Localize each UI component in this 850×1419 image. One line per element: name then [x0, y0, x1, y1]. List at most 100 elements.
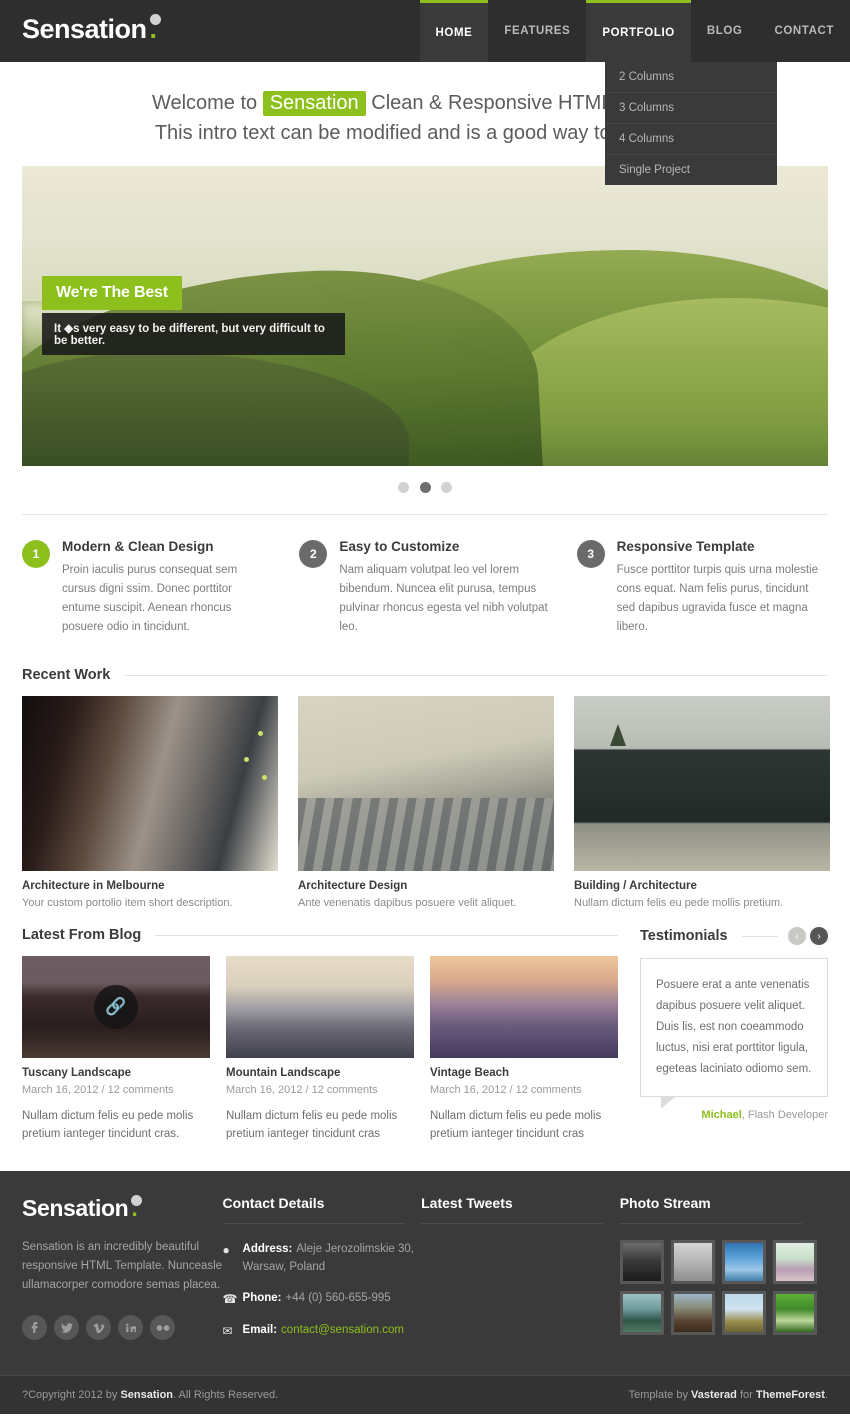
chevron-left-icon[interactable]: ‹	[788, 927, 806, 945]
address-label: Address:	[242, 1243, 293, 1255]
nav-item-home[interactable]: HOME	[419, 0, 489, 62]
template-author[interactable]: Vasterad	[691, 1389, 737, 1401]
testimonials-nav: ‹ ›	[788, 927, 828, 945]
template-marketplace[interactable]: ThemeForest	[756, 1389, 825, 1401]
twitter-icon[interactable]	[54, 1315, 79, 1340]
photo-thumbnail[interactable]	[721, 1240, 766, 1284]
template-suffix: .	[824, 1389, 828, 1401]
footer-about-text: Sensation is an incredibly beautiful res…	[22, 1241, 223, 1291]
dropdown-item-2-columns[interactable]: 2 Columns	[605, 62, 777, 93]
linkedin-icon[interactable]	[118, 1315, 143, 1340]
portfolio-thumbnail-3[interactable]	[574, 696, 830, 871]
slider-dot-1[interactable]	[398, 482, 410, 493]
chevron-right-icon[interactable]: ›	[810, 927, 828, 945]
site-header: Sensation. HOME FEATURES PORTFOLIO BLOG …	[0, 0, 850, 62]
template-prefix: Template by	[628, 1389, 692, 1401]
blog-post[interactable]: 🔗 Tuscany Landscape March 16, 2012 / 12 …	[22, 956, 210, 1143]
nav-item-blog[interactable]: BLOG	[691, 0, 759, 62]
feature-desc-3: Fusce porttitor turpis quis urna molesti…	[616, 564, 818, 633]
blog-meta-2: March 16, 2012 / 12 comments	[226, 1084, 378, 1096]
portfolio-item[interactable]: Architecture in Melbourne Your custom po…	[22, 696, 278, 909]
dropdown-item-single-project[interactable]: Single Project	[605, 155, 777, 185]
blog-meta-3: March 16, 2012 / 12 comments	[430, 1084, 582, 1096]
blog-thumbnail-2[interactable]	[226, 956, 414, 1058]
flickr-icon[interactable]	[150, 1315, 175, 1340]
template-mid: for	[736, 1389, 756, 1401]
photo-stream-heading: Photo Stream	[619, 1195, 711, 1211]
blog-rule	[155, 934, 618, 936]
blog-title: Latest From Blog	[22, 927, 142, 943]
footer-photostream-column: Photo Stream	[619, 1195, 828, 1353]
portfolio-desc-2: Ante venenatis dapibus posuere velit ali…	[298, 897, 517, 909]
footer-logo-text: Sensation	[22, 1195, 129, 1221]
social-links	[22, 1315, 223, 1340]
nav-item-features[interactable]: FEATURES	[488, 0, 586, 62]
phone-icon: ☎	[222, 1292, 238, 1306]
blog-post[interactable]: Mountain Landscape March 16, 2012 / 12 c…	[226, 956, 414, 1143]
email-value[interactable]: contact@sensation.com	[281, 1324, 404, 1336]
contact-details-heading: Contact Details	[222, 1195, 325, 1211]
portfolio-item[interactable]: Architecture Design Ante venenatis dapib…	[298, 696, 554, 909]
photo-thumbnail[interactable]	[670, 1240, 715, 1284]
dropdown-item-4-columns[interactable]: 4 Columns	[605, 124, 777, 155]
portfolio-thumbnail-2[interactable]	[298, 696, 554, 871]
hero-slider[interactable]: We're The Best It ◆s very easy to be dif…	[22, 166, 828, 466]
facebook-icon[interactable]	[22, 1315, 47, 1340]
photo-thumbnail[interactable]	[772, 1240, 817, 1284]
portfolio-item[interactable]: Building / Architecture Nullam dictum fe…	[574, 696, 830, 909]
copyright-suffix: . All Rights Reserved.	[173, 1389, 279, 1401]
contact-divider	[222, 1223, 405, 1224]
footer-logo[interactable]: Sensation.	[22, 1195, 223, 1222]
slider-dot-2[interactable]	[419, 482, 431, 493]
blog-thumbnail-1[interactable]: 🔗	[22, 956, 210, 1058]
intro-before: Welcome to	[151, 92, 263, 114]
portfolio-dropdown-menu: 2 Columns 3 Columns 4 Columns Single Pro…	[605, 62, 777, 185]
feature-number-1: 1	[22, 540, 50, 568]
dropdown-item-3-columns[interactable]: 3 Columns	[605, 93, 777, 124]
slider-caption-subtitle: It ◆s very easy to be different, but ver…	[42, 313, 345, 355]
nav-label-portfolio: PORTFOLIO	[602, 26, 675, 39]
nav-label-home: HOME	[435, 26, 473, 39]
vimeo-icon[interactable]	[86, 1315, 111, 1340]
blog-post[interactable]: Vintage Beach March 16, 2012 / 12 commen…	[430, 956, 618, 1143]
site-logo[interactable]: Sensation.	[22, 14, 164, 45]
feature-desc-1: Proin iaculis purus consequat sem cursus…	[62, 564, 238, 633]
intro-highlight: Sensation	[262, 91, 366, 116]
photo-thumbnail[interactable]	[721, 1291, 766, 1335]
blog-header: Latest From Blog	[22, 927, 618, 943]
nav-label-blog: BLOG	[706, 25, 743, 37]
nav-item-portfolio[interactable]: PORTFOLIO	[586, 0, 691, 62]
photo-thumbnail[interactable]	[670, 1291, 715, 1335]
copyright-right: Template by Vasterad for ThemeForest.	[629, 1389, 828, 1401]
photo-thumbnail[interactable]	[619, 1240, 664, 1284]
phone-value: +44 (0) 560-655-995	[285, 1292, 391, 1304]
slider-caption-title: We're The Best	[42, 276, 182, 310]
photo-thumbnail[interactable]	[772, 1291, 817, 1335]
photo-thumbnail[interactable]	[619, 1291, 664, 1335]
testimonial-author-name: Michael	[701, 1109, 742, 1121]
portfolio-title-3: Building / Architecture	[574, 880, 697, 892]
main-navigation: HOME FEATURES PORTFOLIO BLOG CONTACT	[419, 0, 850, 62]
blog-excerpt-3: Nullam dictum felis eu pede molis pretiu…	[430, 1110, 602, 1140]
feature-number-2: 2	[299, 540, 328, 568]
blog-thumbnail-3[interactable]	[430, 956, 618, 1058]
testimonial-author: Michael, Flash Developer	[640, 1109, 828, 1121]
feature-title-1: Modern & Clean Design	[62, 539, 214, 554]
copyright-prefix: ?Copyright 2012 by	[22, 1389, 121, 1401]
link-icon[interactable]: 🔗	[94, 985, 138, 1029]
slider-dot-3[interactable]	[440, 482, 452, 493]
feature-item-2: 2 Easy to Customize Nam aliquam volutpat…	[299, 539, 550, 637]
blog-meta-1: March 16, 2012 / 12 comments	[22, 1084, 174, 1096]
logo-text: Sensation	[22, 14, 147, 44]
contact-phone-row: ☎ Phone: +44 (0) 560-655-995	[223, 1289, 422, 1308]
testimonials-header: Testimonials ‹ ›	[640, 927, 828, 945]
copyright-brand: Sensation	[120, 1389, 174, 1401]
nav-item-contact[interactable]: CONTACT	[758, 0, 850, 62]
logo-dot: .	[149, 14, 161, 44]
footer-contact-column: Contact Details ● Address: Aleje Jerozoli…	[222, 1195, 422, 1353]
bottom-row: Latest From Blog 🔗 Tuscany Landscape Mar…	[22, 927, 828, 1143]
blog-excerpt-2: Nullam dictum felis eu pede molis pretiu…	[226, 1110, 398, 1140]
slider-pagination	[22, 466, 828, 515]
portfolio-thumbnail-1[interactable]	[22, 696, 278, 871]
portfolio-desc-3: Nullam dictum felis eu pede mollis preti…	[574, 897, 784, 909]
